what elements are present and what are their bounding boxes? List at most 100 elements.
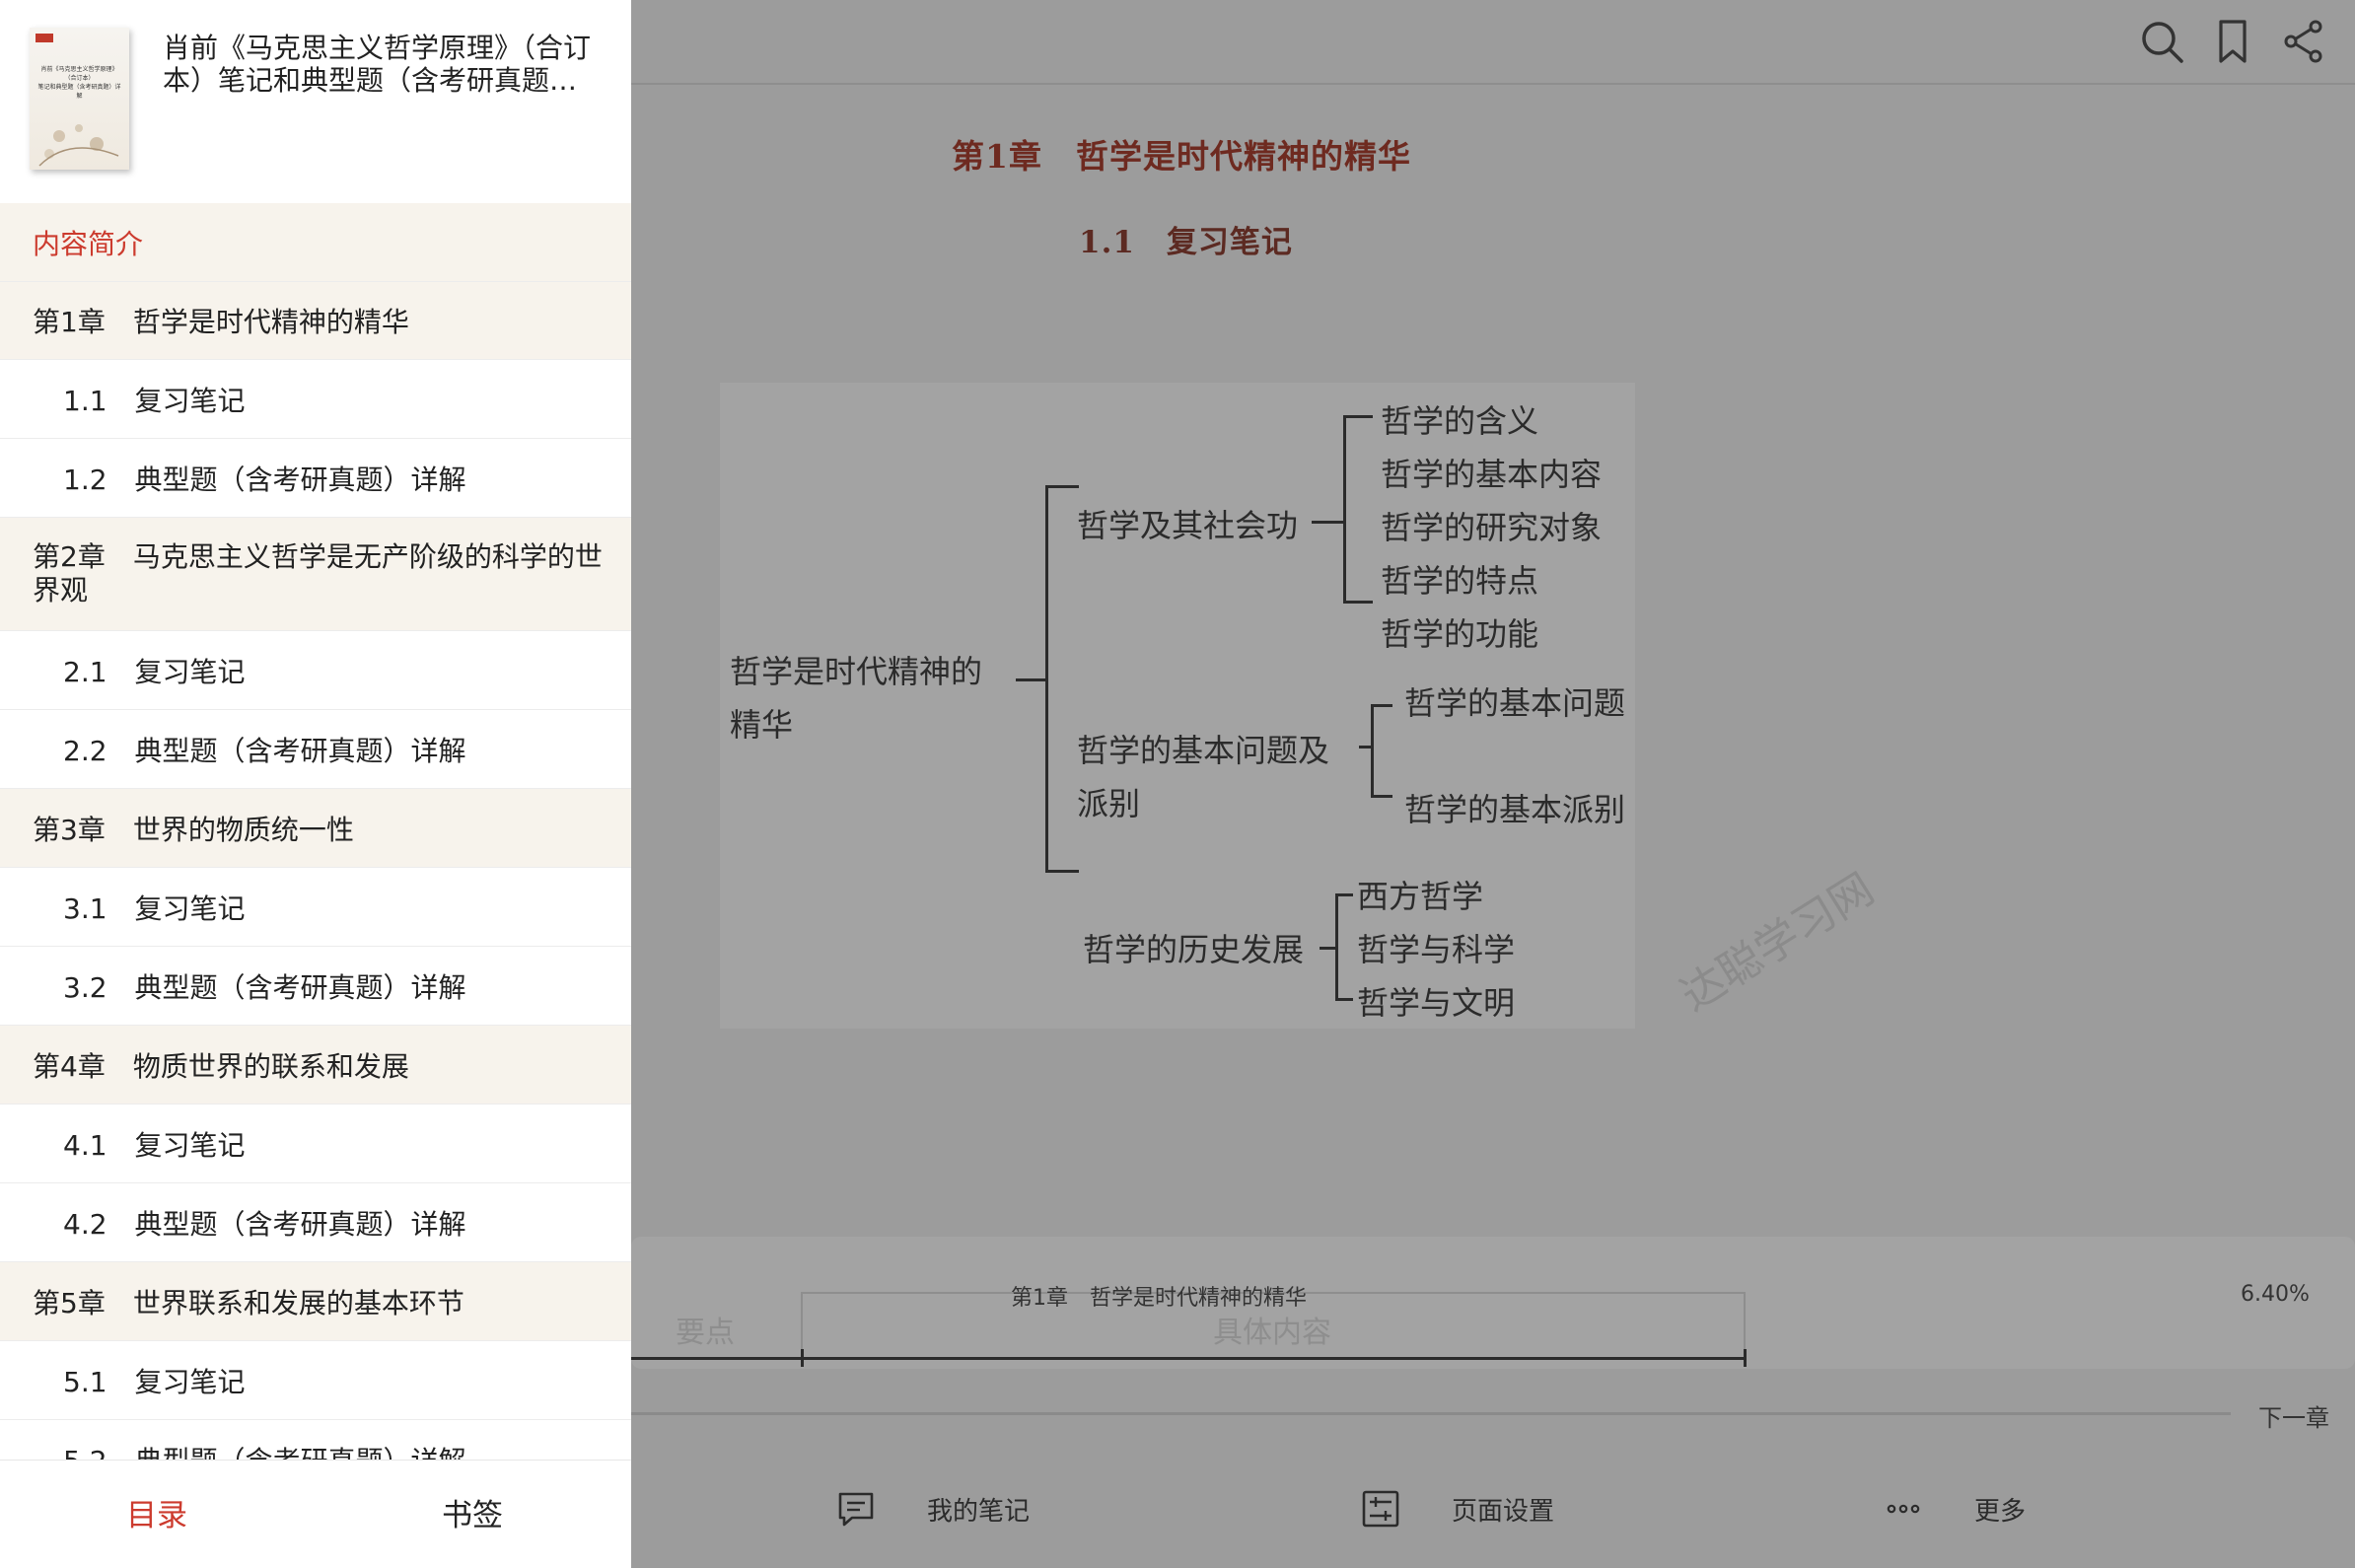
mindmap-leaf: 哲学的含义 bbox=[1381, 402, 1539, 440]
mindmap-branch2-line1: 哲学的基本问题及 bbox=[1077, 732, 1330, 769]
toc-chapter-item[interactable]: 第1章 哲学是时代精神的精华 bbox=[0, 282, 631, 360]
book-cover: 肖前《马克思主义哲学原理》 （合订本） 笔记和典型题（含考研真题）详解 bbox=[30, 28, 129, 170]
toc-item-label: 3.1 复习笔记 bbox=[63, 891, 246, 925]
toc-item-label: 第2章 马克思主义哲学是无产阶级的科学的世界观 bbox=[33, 540, 603, 606]
my-notes-button[interactable]: 我的笔记 bbox=[836, 1489, 1030, 1529]
search-icon[interactable] bbox=[2138, 18, 2185, 65]
share-icon[interactable] bbox=[2280, 18, 2327, 65]
progress-slider-line[interactable] bbox=[631, 1357, 1746, 1360]
toc-item-label: 1.2 典型题（含考研真题）详解 bbox=[63, 463, 466, 496]
slider-tick bbox=[1744, 1349, 1747, 1367]
toc-section-item[interactable]: 4.2 典型题（含考研真题）详解 bbox=[0, 1183, 631, 1262]
toc-section-item[interactable]: 5.2 典型题（含考研真题）详解 bbox=[0, 1420, 631, 1460]
toc-sidebar: 肖前《马克思主义哲学原理》 （合订本） 笔记和典型题（含考研真题）详解 肖前《马… bbox=[0, 0, 631, 1568]
mindmap-leaf: 西方哲学 bbox=[1357, 878, 1484, 915]
toc-chapter-item[interactable]: 第2章 马克思主义哲学是无产阶级的科学的世界观 bbox=[0, 518, 631, 631]
slider-tick bbox=[801, 1349, 804, 1367]
toc-section-item[interactable]: 4.1 复习笔记 bbox=[0, 1105, 631, 1183]
toc-list[interactable]: 内容简介第1章 哲学是时代精神的精华 1.1 复习笔记 1.2 典型题（含考研真题）… bbox=[0, 203, 631, 1460]
mindmap-branch3: 哲学的历史发展 bbox=[1083, 931, 1305, 968]
publisher-logo bbox=[36, 34, 53, 42]
toc-item-label: 4.2 典型题（含考研真题）详解 bbox=[63, 1207, 466, 1241]
progress-chapter-label: 第1章 哲学是时代精神的精华 bbox=[1011, 1286, 1307, 1311]
page-settings-button[interactable]: 页面设置 bbox=[1361, 1489, 1554, 1529]
mindmap-leaf: 哲学的功能 bbox=[1381, 615, 1539, 653]
more-label: 更多 bbox=[1974, 1496, 2027, 1527]
mindmap-leaf: 哲学的基本问题 bbox=[1404, 684, 1626, 722]
mindmap-leaf: 哲学与文明 bbox=[1357, 984, 1516, 1022]
mindmap-root-line2: 精华 bbox=[730, 706, 794, 744]
toc-section-item[interactable]: 2.1 复习笔记 bbox=[0, 631, 631, 710]
toc-chapter-item[interactable]: 内容简介 bbox=[0, 203, 631, 282]
tab-bookmarks[interactable]: 书签 bbox=[442, 1490, 503, 1534]
toc-item-label: 4.1 复习笔记 bbox=[63, 1128, 246, 1162]
mindmap-branch1: 哲学及其社会功 bbox=[1077, 507, 1299, 544]
bookmark-icon[interactable] bbox=[2209, 18, 2256, 65]
progress-percent: 6.40% bbox=[2241, 1282, 2310, 1307]
mindmap-diagram: 哲学是时代精神的 精华 哲学及其社会功 哲学的含义 哲学的基本内容 哲学的研究对… bbox=[720, 383, 1635, 1029]
section-title: 1.1 复习笔记 bbox=[1079, 225, 1293, 260]
mindmap-leaf: 哲学的基本派别 bbox=[1404, 791, 1626, 828]
mindmap-branch2-line2: 派别 bbox=[1077, 785, 1141, 822]
toc-item-label: 2.1 复习笔记 bbox=[63, 655, 246, 688]
toc-section-item[interactable]: 3.2 典型题（含考研真题）详解 bbox=[0, 947, 631, 1026]
connector bbox=[1343, 415, 1346, 603]
more-button[interactable]: 更多 bbox=[1884, 1489, 2026, 1529]
mindmap-leaf: 哲学与科学 bbox=[1357, 931, 1516, 968]
toc-section-item[interactable]: 2.2 典型题（含考研真题）详解 bbox=[0, 710, 631, 789]
mindmap-leaf: 哲学的特点 bbox=[1381, 562, 1539, 600]
connector bbox=[1335, 893, 1338, 1000]
cover-title-line: 肖前《马克思主义哲学原理》 bbox=[40, 66, 118, 73]
more-dots-icon bbox=[1887, 1504, 1920, 1514]
toc-item-label: 1.1 复习笔记 bbox=[63, 384, 246, 417]
toc-item-label: 5.1 复习笔记 bbox=[63, 1365, 246, 1398]
cover-title: 肖前《马克思主义哲学原理》 （合订本） 笔记和典型题（含考研真题）详解 bbox=[36, 65, 123, 101]
toc-item-label: 3.2 典型题（含考研真题）详解 bbox=[63, 970, 466, 1004]
cover-title-line: 笔记和典型题（含考研真题）详解 bbox=[37, 84, 121, 100]
toc-item-label: 第4章 物质世界的联系和发展 bbox=[33, 1049, 409, 1083]
book-header: 肖前《马克思主义哲学原理》 （合订本） 笔记和典型题（含考研真题）详解 肖前《马… bbox=[0, 0, 631, 203]
connector bbox=[1343, 601, 1373, 604]
connector bbox=[1312, 521, 1343, 524]
my-notes-label: 我的笔记 bbox=[927, 1496, 1031, 1527]
toc-item-label: 第1章 哲学是时代精神的精华 bbox=[33, 306, 409, 338]
mindmap-leaf: 哲学的研究对象 bbox=[1381, 509, 1603, 546]
connector bbox=[1371, 704, 1392, 707]
toc-chapter-item[interactable]: 第3章 世界的物质统一性 bbox=[0, 789, 631, 868]
connector bbox=[1045, 485, 1048, 872]
tab-toc[interactable]: 目录 bbox=[126, 1490, 187, 1534]
toc-section-item[interactable]: 1.1 复习笔记 bbox=[0, 360, 631, 439]
connector bbox=[1359, 746, 1371, 748]
next-chapter-button[interactable]: 下一章 bbox=[2258, 1398, 2329, 1433]
cover-title-line: （合订本） bbox=[64, 75, 95, 82]
toc-item-label: 内容简介 bbox=[33, 227, 144, 260]
ghost-table-col1: 要点 bbox=[676, 1316, 735, 1350]
toc-item-label: 第3章 世界的物质统一性 bbox=[33, 813, 354, 846]
note-icon bbox=[838, 1492, 874, 1527]
chapter-title: 第1章 哲学是时代精神的精华 bbox=[952, 137, 1411, 176]
toc-section-item[interactable]: 5.1 复习笔记 bbox=[0, 1341, 631, 1420]
connector bbox=[1320, 947, 1335, 950]
toc-item-label: 2.2 典型题（含考研真题）详解 bbox=[63, 734, 466, 767]
connector bbox=[1371, 795, 1392, 798]
connector bbox=[1016, 678, 1045, 681]
watermark: 达聪学习网 bbox=[1672, 863, 1884, 1022]
mindmap-leaf: 哲学的基本内容 bbox=[1381, 456, 1603, 493]
progress-track[interactable] bbox=[631, 1412, 2231, 1415]
connector bbox=[1335, 893, 1353, 896]
page-settings-label: 页面设置 bbox=[1452, 1496, 1555, 1527]
toc-chapter-item[interactable]: 第5章 世界联系和发展的基本环节 bbox=[0, 1262, 631, 1341]
connector bbox=[1045, 870, 1079, 873]
settings-sliders-icon bbox=[1362, 1490, 1399, 1528]
book-title: 肖前《马克思主义哲学原理》（合订本）笔记和典型题（含考研真题）详解 bbox=[163, 32, 592, 97]
toc-section-item[interactable]: 3.1 复习笔记 bbox=[0, 868, 631, 947]
connector bbox=[1045, 485, 1079, 488]
toc-item-label: 5.2 典型题（含考研真题）详解 bbox=[63, 1440, 466, 1461]
sidebar-tabs: 目录 书签 bbox=[0, 1460, 631, 1568]
toc-chapter-item[interactable]: 第4章 物质世界的联系和发展 bbox=[0, 1026, 631, 1105]
connector bbox=[1335, 998, 1353, 1001]
connector bbox=[1371, 704, 1374, 797]
toc-item-label: 第5章 世界联系和发展的基本环节 bbox=[33, 1286, 464, 1319]
connector bbox=[1343, 415, 1373, 418]
toc-section-item[interactable]: 1.2 典型题（含考研真题）详解 bbox=[0, 439, 631, 518]
